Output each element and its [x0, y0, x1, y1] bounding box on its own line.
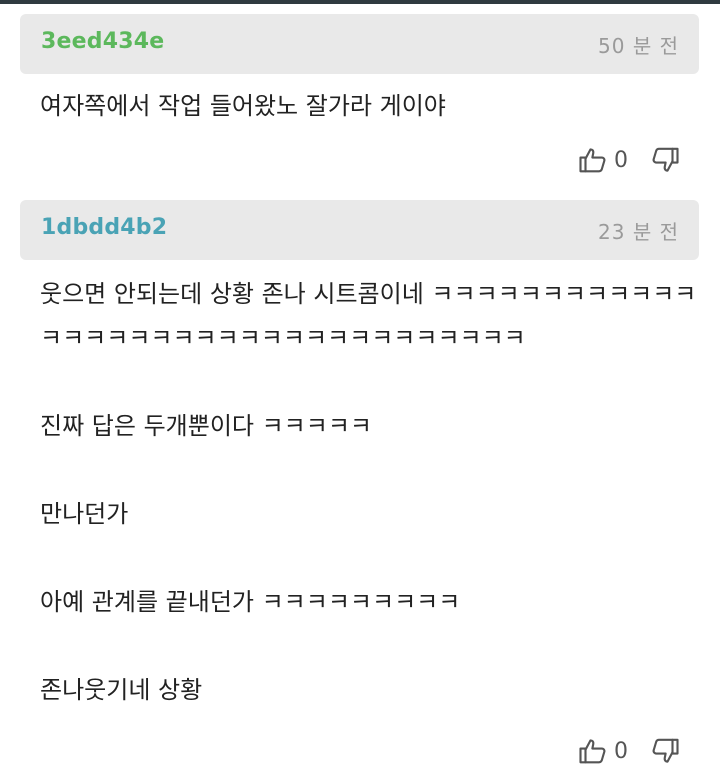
like-count: 0	[614, 738, 628, 764]
like-button[interactable]: 0	[578, 736, 650, 766]
dislike-button[interactable]	[650, 736, 680, 766]
vote-row: 0	[578, 142, 680, 178]
comment-time: 50 분 전	[598, 34, 679, 58]
comment-author[interactable]: 1dbdd4b2	[41, 215, 167, 240]
top-edge-bar	[0, 0, 720, 4]
comment-author[interactable]: 3eed434e	[41, 29, 164, 54]
comment-header: 1dbdd4b2 23 분 전	[20, 200, 699, 260]
like-count: 0	[614, 147, 628, 173]
like-button[interactable]: 0	[578, 145, 650, 175]
thumbs-up-icon	[579, 148, 606, 173]
thumbs-up-icon	[579, 739, 606, 764]
comment-time: 23 분 전	[598, 220, 679, 244]
comment-body: 여자쪽에서 작업 들어왔노 잘가라 게이야	[40, 92, 446, 120]
thumbs-down-icon	[652, 147, 679, 172]
thumbs-down-icon	[652, 738, 679, 763]
vote-row: 0	[578, 733, 680, 769]
comment-body: 웃으면 안되는데 상황 존나 시트콤이네 ㅋㅋㅋㅋㅋㅋㅋㅋㅋㅋㅋㅋㅋㅋㅋㅋㅋㅋㅋ…	[40, 280, 697, 704]
dislike-button[interactable]	[650, 145, 680, 175]
comment-header: 3eed434e 50 분 전	[20, 14, 699, 74]
